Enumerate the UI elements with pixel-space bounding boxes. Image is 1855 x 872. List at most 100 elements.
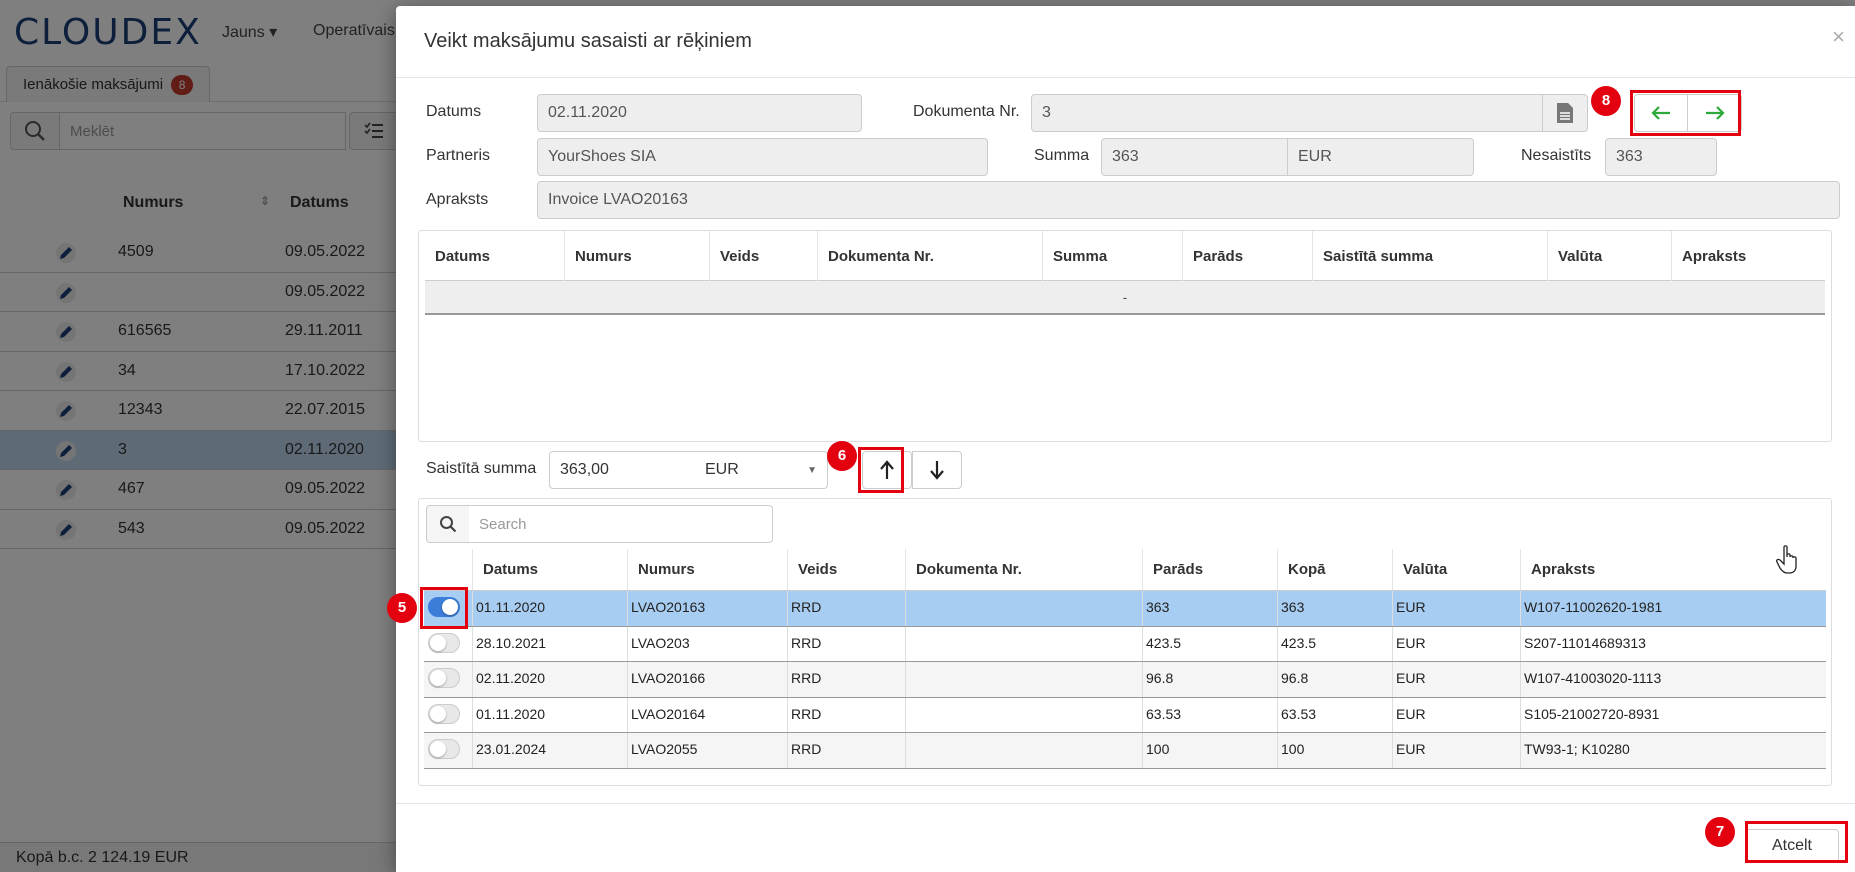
invoice-cell-desc: W107-11002620-1981 [1524, 599, 1663, 615]
link-down-button[interactable] [912, 451, 962, 489]
toggle-cell [424, 626, 473, 661]
toggle-cell [424, 591, 473, 626]
arrow-down-icon [930, 461, 944, 480]
invoice-col-header[interactable]: Valūta [1393, 549, 1521, 590]
invoice-cell-total: 363 [1278, 591, 1393, 626]
callout-8: 8 [1591, 86, 1621, 116]
linked-documents-panel: Datums Numurs Veids Dokumenta Nr. Summa Parād… [418, 230, 1832, 442]
linked-col-header[interactable]: Apraksts [1672, 231, 1825, 281]
linked-col-header[interactable]: Numurs [565, 231, 710, 281]
invoice-cell-total: 96.8 [1278, 662, 1393, 697]
search-icon [440, 516, 457, 533]
invoice-cell-total: 423.5 [1278, 626, 1393, 661]
invoices-table: Datums Numurs Veids Dokumenta Nr. Parāds Kopā… [424, 549, 1826, 769]
invoice-row[interactable]: 28.10.2021 LVAO203 RRD 423.5 423.5 EUR S207-11… [424, 626, 1826, 662]
invoice-cell-debt: 63.53 [1143, 697, 1278, 732]
invoice-cell-total: 63.53 [1278, 697, 1393, 732]
modal-footer: Atcelt [396, 803, 1855, 872]
arrow-right-icon [1705, 106, 1725, 120]
link-toggle[interactable] [428, 668, 460, 688]
linked-col-header[interactable]: Parāds [1183, 231, 1313, 281]
arrow-left-icon [1651, 106, 1670, 120]
invoice-cell-desc: TW93-1; K10280 [1524, 741, 1630, 757]
invoice-cell-num: LVAO20163 [628, 591, 788, 626]
linked-col-header[interactable]: Datums [425, 231, 565, 281]
callout-5: 5 [387, 593, 417, 623]
invoice-row[interactable]: 01.11.2020 LVAO20163 RRD 363 363 EUR W107-1100… [424, 591, 1826, 627]
invoice-cell-date: 01.11.2020 [473, 697, 628, 732]
link-currency-select[interactable]: EUR ▼ [695, 451, 828, 489]
document-icon [1557, 103, 1573, 123]
link-toggle[interactable] [428, 632, 460, 653]
invoice-col-header[interactable]: Dokumenta Nr. [906, 549, 1143, 590]
link-currency-value: EUR [705, 461, 739, 478]
invoice-cell-doc [906, 662, 1143, 697]
next-record-button[interactable] [1688, 94, 1742, 132]
invoice-cell-date: 01.11.2020 [473, 591, 628, 626]
nesaistits-field: 363 [1605, 138, 1717, 176]
invoice-cell-cur: EUR [1393, 733, 1521, 768]
datums-field: 02.11.2020 [537, 94, 862, 132]
link-toggle[interactable] [428, 739, 460, 759]
invoice-cell-total: 100 [1278, 733, 1393, 768]
invoice-search-button[interactable] [426, 505, 470, 543]
invoice-cell-doc [906, 591, 1143, 626]
record-nav-group [1634, 94, 1742, 132]
link-amount-input[interactable]: 363,00 [549, 451, 696, 489]
link-toggle[interactable] [428, 597, 460, 617]
invoice-cell-date: 23.01.2024 [473, 733, 628, 768]
invoice-cell-num: LVAO20166 [628, 662, 788, 697]
linked-col-header[interactable]: Veids [710, 231, 818, 281]
apraksts-label: Apraksts [426, 191, 489, 208]
invoice-col-header[interactable]: Datums [473, 549, 628, 590]
partneris-label: Partneris [426, 147, 491, 164]
caret-down-icon: ▼ [807, 464, 817, 476]
invoice-cell-desc: W107-41003020-1113 [1524, 670, 1662, 686]
invoice-cell-type: RRD [788, 626, 906, 661]
prev-record-button[interactable] [1634, 94, 1688, 132]
toggle-cell [424, 662, 473, 697]
invoice-row[interactable]: 01.11.2020 LVAO20164 RRD 63.53 63.53 EUR S105-… [424, 697, 1826, 733]
link-amount-label: Saistītā summa [426, 460, 537, 477]
invoice-cell-date: 02.11.2020 [473, 662, 628, 697]
invoice-col-header[interactable]: Numurs [628, 549, 788, 590]
callout-7: 7 [1705, 817, 1735, 847]
invoice-row[interactable]: 02.11.2020 LVAO20166 RRD 96.8 96.8 EUR W107-41… [424, 662, 1826, 698]
cancel-button[interactable]: Atcelt [1745, 829, 1839, 863]
linked-empty-row: - [425, 281, 1825, 315]
invoices-table-header: Datums Numurs Veids Dokumenta Nr. Parāds Kopā… [424, 549, 1826, 591]
invoice-cell-doc [906, 626, 1143, 661]
invoice-cell-desc: S105-21002720-8931 [1524, 705, 1660, 722]
summa-currency-field: EUR [1287, 138, 1474, 176]
modal-title: Veikt maksājumu sasaisti ar rēķiniem [424, 30, 752, 52]
partneris-field: YourShoes SIA [537, 138, 988, 176]
link-toggle[interactable] [428, 703, 460, 724]
datums-label: Datums [426, 103, 482, 120]
invoice-col-header[interactable]: Veids [788, 549, 906, 590]
linked-col-header[interactable]: Dokumenta Nr. [818, 231, 1043, 281]
linked-col-header[interactable]: Valūta [1548, 231, 1672, 281]
invoice-cell-type: RRD [788, 697, 906, 732]
link-up-button[interactable] [862, 451, 912, 489]
linked-col-header[interactable]: Saistītā summa [1313, 231, 1548, 281]
callout-6: 6 [827, 441, 857, 471]
invoice-cell-desc: S207-11014689313 [1524, 634, 1646, 651]
invoice-cell-cur: EUR [1393, 662, 1521, 697]
linked-col-header[interactable]: Summa [1043, 231, 1183, 281]
invoice-search-input[interactable]: Search [469, 505, 773, 543]
invoice-cell-num: LVAO2055 [628, 733, 788, 768]
linked-table-header: Datums Numurs Veids Dokumenta Nr. Summa Parād… [425, 231, 1825, 281]
invoice-col-header[interactable]: Parāds [1143, 549, 1278, 590]
invoice-col-header[interactable]: Kopā [1278, 549, 1393, 590]
invoice-cell-doc [906, 697, 1143, 732]
invoice-cell-type: RRD [788, 591, 906, 626]
invoice-cell-num: LVAO203 [628, 626, 788, 661]
toggle-cell [424, 733, 473, 768]
close-icon[interactable]: × [1832, 24, 1845, 50]
link-payments-modal: Veikt maksājumu sasaisti ar rēķiniem × D… [387, 6, 1855, 872]
summa-field: 363 [1101, 138, 1288, 176]
document-button[interactable] [1542, 94, 1588, 132]
invoice-cell-doc [906, 733, 1143, 768]
invoice-row[interactable]: 23.01.2024 LVAO2055 RRD 100 100 EUR TW93-1; K1… [424, 733, 1826, 769]
invoice-cell-debt: 363 [1143, 591, 1278, 626]
